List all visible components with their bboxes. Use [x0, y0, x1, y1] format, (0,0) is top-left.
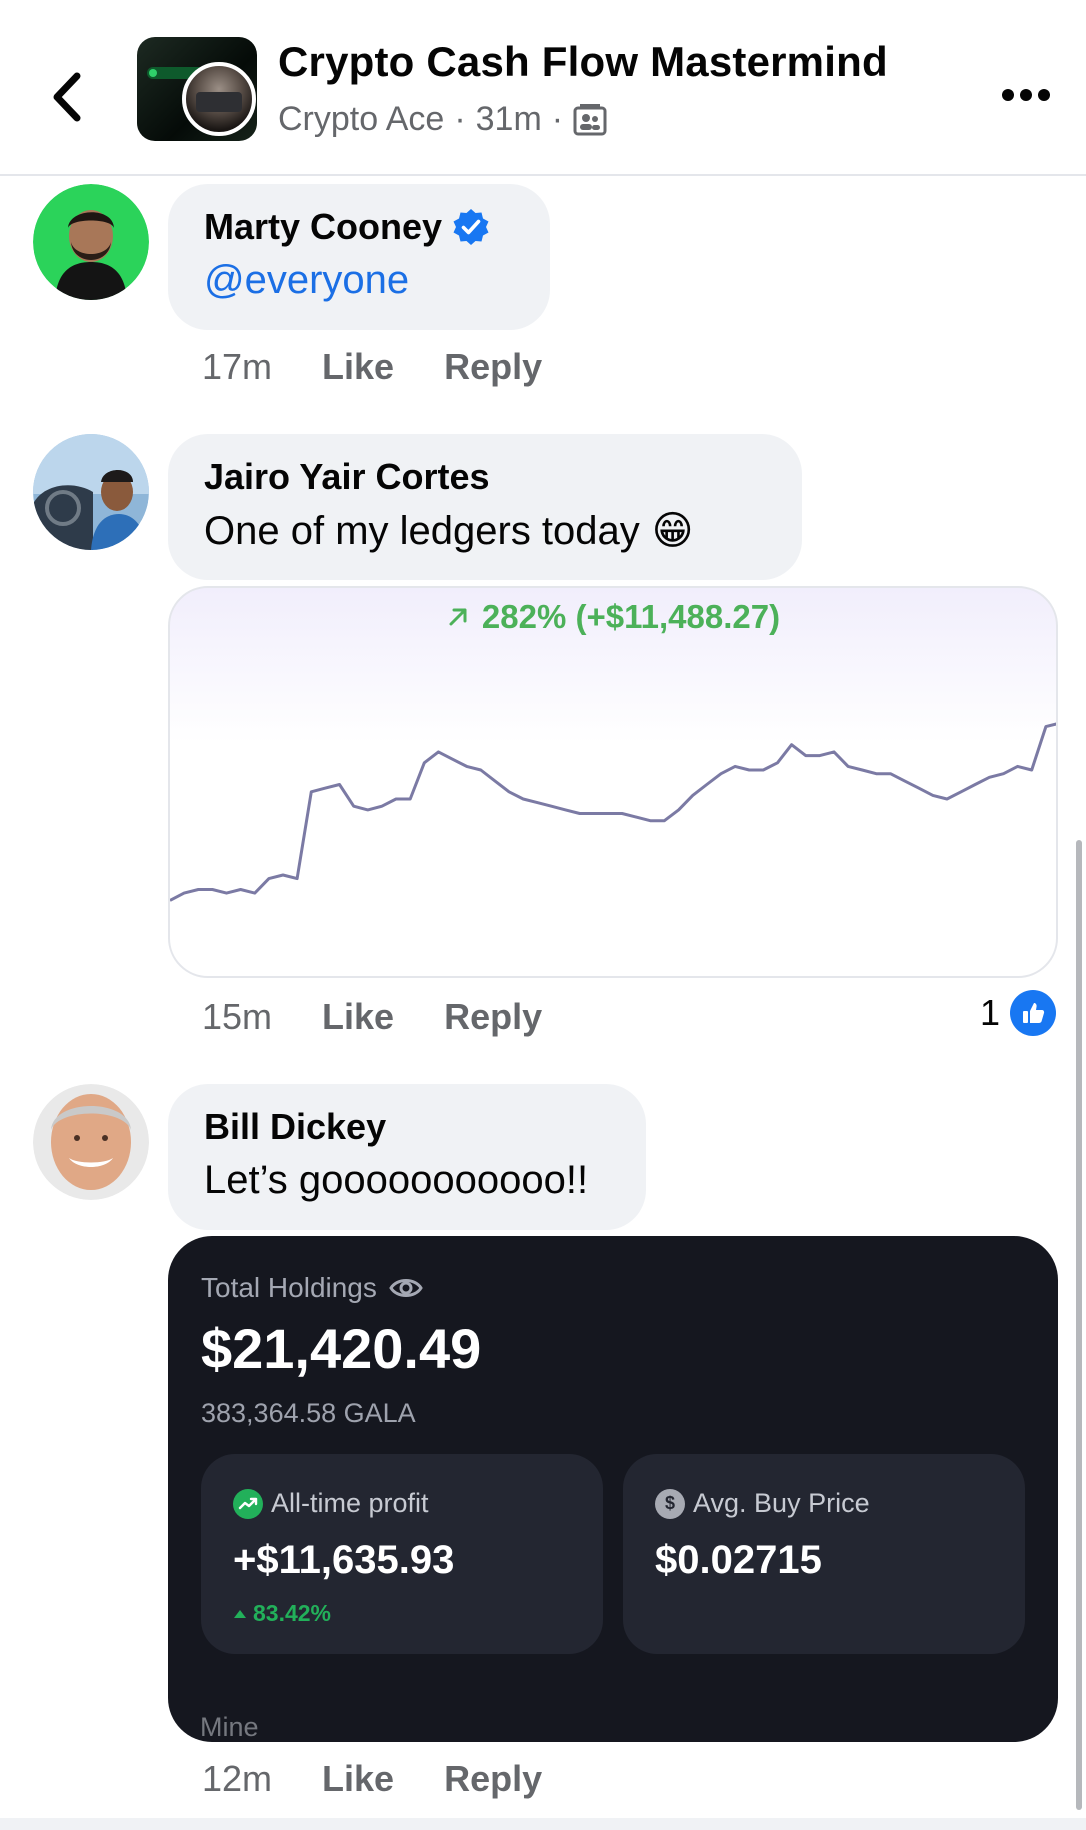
avatar-jairo-yair-cortes	[33, 434, 149, 550]
poster-avatar[interactable]	[182, 62, 256, 136]
comment-bubble[interactable]: Jairo Yair Cortes One of my ledgers toda…	[168, 434, 802, 580]
caret-up-icon	[234, 1609, 246, 1618]
reply-button[interactable]: Reply	[444, 996, 542, 1038]
scrollbar[interactable]	[1076, 840, 1082, 1810]
comment-body: Let’s gooooooooooo!!	[204, 1158, 589, 1202]
holdings-label-text: Total Holdings	[201, 1272, 377, 1303]
avg-price-header: $ Avg. Buy Price	[655, 1488, 870, 1519]
post-header: Crypto Cash Flow Mastermind Crypto Ace ·…	[0, 0, 1086, 176]
all-time-profit-card: All-time profit +$11,635.93 83.42%	[201, 1454, 603, 1654]
comment-time[interactable]: 15m	[202, 996, 272, 1038]
comment-author[interactable]: Jairo Yair Cortes	[204, 456, 766, 498]
trending-up-icon	[233, 1488, 263, 1519]
avg-buy-price-card: $ Avg. Buy Price $0.02715	[623, 1454, 1025, 1654]
comment-actions: 17m Like Reply	[202, 346, 542, 388]
comment-author[interactable]: Marty Cooney	[204, 206, 514, 248]
author-name[interactable]: Jairo Yair Cortes	[204, 456, 490, 498]
price-line-chart	[170, 722, 1056, 902]
reaction-count: 1	[980, 992, 1001, 1033]
grinning-face-emoji: 😁	[651, 508, 694, 554]
comment-bubble[interactable]: Marty Cooney @everyone	[168, 184, 550, 330]
avg-price-label: Avg. Buy Price	[693, 1488, 870, 1518]
holdings-screenshot-attachment[interactable]: Total Holdings $21,420.49 383,364.58 GAL…	[168, 1236, 1058, 1742]
avatar[interactable]	[33, 434, 149, 550]
bottom-divider	[0, 1818, 1086, 1830]
comment-author[interactable]: Bill Dickey	[204, 1106, 610, 1148]
group-audience-icon	[573, 103, 607, 135]
avatar-marty-cooney	[33, 184, 149, 300]
total-holdings-value: $21,420.49	[201, 1317, 482, 1380]
coin-icon: $	[655, 1488, 685, 1519]
comment-actions: 15m Like Reply	[202, 996, 542, 1038]
separator: ·	[454, 100, 466, 138]
comment-actions: 12m Like Reply	[202, 1758, 542, 1800]
verified-badge-icon	[453, 209, 489, 245]
group-title[interactable]: Crypto Cash Flow Mastermind	[278, 38, 888, 86]
comment-text: Let’s gooooooooooo!!	[204, 1158, 610, 1203]
more-horizontal-icon	[1002, 89, 1050, 101]
chevron-left-icon	[53, 72, 81, 122]
author-name[interactable]: Marty Cooney	[204, 206, 442, 248]
separator: ·	[551, 100, 564, 138]
comment-bubble[interactable]: Bill Dickey Let’s gooooooooooo!!	[168, 1084, 646, 1230]
post-subtitle: Crypto Ace · 31m ·	[278, 100, 607, 139]
profit-header: All-time profit	[233, 1488, 429, 1519]
avatar-bill-dickey	[33, 1084, 149, 1200]
back-button[interactable]	[40, 62, 92, 132]
post-author[interactable]: Crypto Ace	[278, 100, 444, 139]
profit-value: +$11,635.93	[233, 1538, 455, 1582]
avg-price-value: $0.02715	[655, 1538, 822, 1582]
comment-body: One of my ledgers today	[204, 508, 640, 553]
like-button[interactable]: Like	[322, 1758, 394, 1800]
like-button[interactable]: Like	[322, 996, 394, 1038]
mention-link[interactable]: @everyone	[204, 258, 409, 303]
comment-text: @everyone	[204, 258, 514, 303]
series-line	[170, 722, 1056, 902]
author-name[interactable]: Bill Dickey	[204, 1106, 386, 1148]
avatar[interactable]	[33, 184, 149, 300]
profit-percent: 83.42%	[233, 1600, 331, 1627]
more-options-button[interactable]	[990, 70, 1062, 120]
comment-time[interactable]: 17m	[202, 346, 272, 388]
token-amount: 383,364.58 GALA	[201, 1398, 416, 1428]
mine-tab-label: Mine	[200, 1712, 259, 1742]
avatar[interactable]	[33, 1084, 149, 1200]
profit-label: All-time profit	[271, 1488, 429, 1518]
like-button[interactable]: Like	[322, 346, 394, 388]
post-time[interactable]: 31m	[476, 100, 542, 139]
reply-button[interactable]: Reply	[444, 346, 542, 388]
reply-button[interactable]: Reply	[444, 1758, 542, 1800]
comment-time[interactable]: 12m	[202, 1758, 272, 1800]
ledger-chart-attachment[interactable]: 282% (+$11,488.27)	[168, 586, 1058, 978]
total-holdings-label: Total Holdings	[201, 1272, 423, 1304]
thumbs-up-icon	[1010, 990, 1057, 1036]
profit-percent-value: 83.42%	[253, 1600, 332, 1626]
reaction-summary[interactable]: 1	[980, 990, 1057, 1036]
comment-text: One of my ledgers today 😁	[204, 508, 766, 554]
eye-icon	[389, 1279, 423, 1297]
